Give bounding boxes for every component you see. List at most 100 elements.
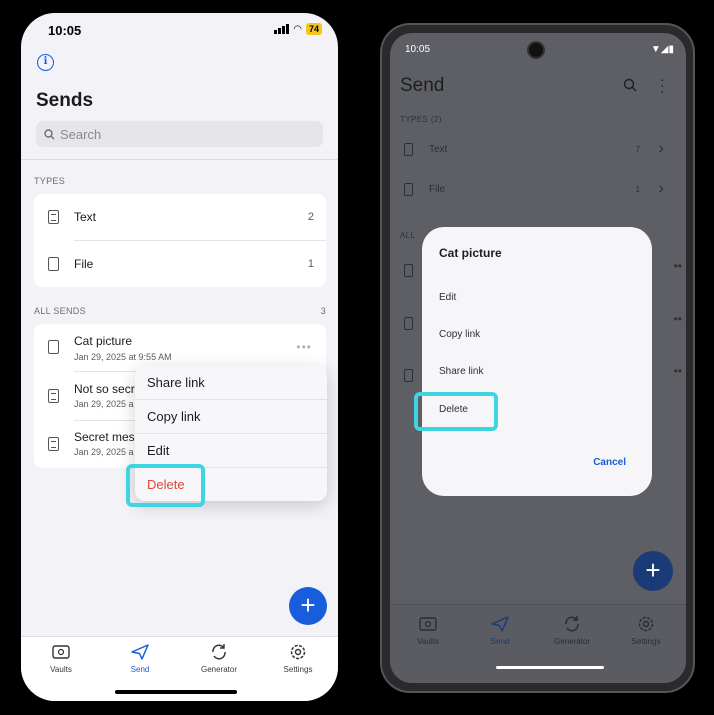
- cancel-button[interactable]: Cancel: [593, 457, 626, 468]
- tab-settings[interactable]: Settings: [611, 615, 681, 646]
- more-options-icon[interactable]: ••: [674, 364, 682, 378]
- send-icon: [131, 644, 149, 660]
- search-icon[interactable]: [623, 78, 637, 92]
- type-label: Text: [74, 210, 97, 224]
- highlight-box: [126, 464, 205, 507]
- type-row-text[interactable]: Text 2: [34, 194, 326, 240]
- gear-icon: [290, 644, 306, 660]
- wifi-icon: ◠: [293, 23, 302, 35]
- tab-vaults[interactable]: Vaults: [393, 615, 463, 646]
- send-row[interactable]: Cat picture Jan 29, 2025 at 9:55 AM •••: [34, 324, 326, 370]
- tab-label: Generator: [200, 665, 238, 674]
- type-row-file[interactable]: File 1: [34, 241, 326, 287]
- battery-icon: 74: [305, 23, 322, 35]
- type-count: 2: [307, 211, 314, 223]
- text-icon: [404, 317, 413, 330]
- tab-send[interactable]: Send: [105, 643, 175, 674]
- menu-share-link[interactable]: Share link: [135, 366, 327, 400]
- dialog-copy-link[interactable]: Copy link: [439, 329, 480, 340]
- type-count: 1: [635, 185, 640, 194]
- tab-settings[interactable]: Settings: [263, 643, 333, 674]
- text-icon: [48, 389, 59, 403]
- type-count: 7: [635, 145, 640, 154]
- home-indicator: [115, 690, 237, 694]
- tab-generator[interactable]: Generator: [184, 643, 254, 674]
- tab-label: Settings: [283, 665, 313, 674]
- type-row-text[interactable]: Text 7 ›: [390, 130, 686, 170]
- tab-send[interactable]: Send: [465, 615, 535, 646]
- more-options-icon[interactable]: ••: [674, 259, 682, 273]
- types-section-label: TYPES (2): [400, 115, 442, 124]
- send-name: Not so secr: [74, 382, 135, 396]
- send-icon: [491, 616, 509, 632]
- tab-generator[interactable]: Generator: [537, 615, 607, 646]
- all-sends-section-label: ALL: [400, 231, 416, 240]
- dialog-share-link[interactable]: Share link: [439, 366, 483, 377]
- all-sends-count: 3: [320, 306, 326, 316]
- types-section-label: TYPES: [34, 176, 66, 186]
- generator-icon: [565, 616, 579, 632]
- types-card: Text 2 File 1: [34, 194, 326, 287]
- divider: [21, 159, 338, 160]
- info-icon[interactable]: i: [37, 54, 54, 71]
- type-row-file[interactable]: File 1 ›: [390, 170, 686, 210]
- file-icon: [48, 257, 59, 271]
- send-name: Secret mes: [74, 430, 135, 444]
- text-icon: [404, 369, 413, 382]
- file-icon: [404, 264, 413, 277]
- status-icons: ▼◢▮: [650, 44, 674, 55]
- file-icon: [404, 183, 413, 196]
- tab-label: Send: [490, 637, 510, 646]
- chevron-right-icon: ›: [658, 180, 664, 197]
- file-icon: [48, 340, 59, 354]
- page-title: Send: [400, 75, 445, 96]
- generator-icon: [212, 644, 226, 660]
- type-label: File: [74, 257, 94, 271]
- send-date: Jan 29, 2025 a: [74, 447, 134, 457]
- ios-screen: 10:05 ◠ 74 i Sends Search TYPES Text 2 F…: [21, 13, 338, 701]
- chevron-right-icon: ›: [658, 140, 664, 157]
- signal-icon: [274, 24, 290, 34]
- all-sends-section-label: ALL SENDS: [34, 306, 86, 316]
- home-indicator: [496, 666, 604, 669]
- page-title: Sends: [36, 90, 94, 111]
- type-label: File: [429, 184, 446, 195]
- add-send-button[interactable]: +: [633, 551, 673, 591]
- vault-icon: [52, 645, 70, 659]
- text-icon: [404, 143, 413, 156]
- send-name: Cat picture: [74, 334, 133, 348]
- type-count: 1: [307, 258, 314, 270]
- nav-bar: Vaults Send Generator Settings: [390, 604, 686, 683]
- tab-label: Vaults: [50, 665, 72, 674]
- gear-icon: [638, 616, 654, 632]
- tab-label: Settings: [631, 637, 661, 646]
- send-date: Jan 29, 2025 at 9:55 AM: [74, 352, 172, 362]
- type-label: Text: [429, 144, 448, 155]
- status-time: 10:05: [48, 23, 82, 38]
- dialog-edit[interactable]: Edit: [439, 292, 456, 303]
- menu-copy-link[interactable]: Copy link: [135, 400, 327, 434]
- dialog-title: Cat picture: [439, 246, 502, 260]
- more-options-icon[interactable]: •••: [296, 340, 312, 354]
- menu-edit[interactable]: Edit: [135, 434, 327, 468]
- text-icon: [48, 210, 59, 224]
- search-placeholder: Search: [60, 126, 102, 142]
- send-date: Jan 29, 2025 a: [74, 399, 134, 409]
- status-time: 10:05: [405, 44, 431, 55]
- highlight-box: [414, 392, 498, 431]
- text-icon: [48, 437, 59, 451]
- search-icon: [44, 128, 55, 139]
- add-send-button[interactable]: +: [289, 587, 327, 625]
- camera-icon: [527, 41, 545, 59]
- search-input[interactable]: Search: [36, 121, 323, 147]
- tab-label: Send: [130, 665, 150, 674]
- android-screen: 10:05 ▼◢▮ Send · · · TYPES (2) Text 7 › Fi…: [390, 33, 686, 683]
- more-options-icon[interactable]: ••: [674, 312, 682, 326]
- more-options-icon[interactable]: · · ·: [660, 72, 665, 98]
- tab-label: Generator: [553, 637, 591, 646]
- tab-vaults[interactable]: Vaults: [26, 643, 96, 674]
- tab-label: Vaults: [417, 637, 439, 646]
- options-dialog: Cat picture Edit Copy link Share link De…: [422, 227, 652, 496]
- vault-icon: [419, 617, 437, 631]
- status-icons: ◠ 74: [274, 23, 322, 35]
